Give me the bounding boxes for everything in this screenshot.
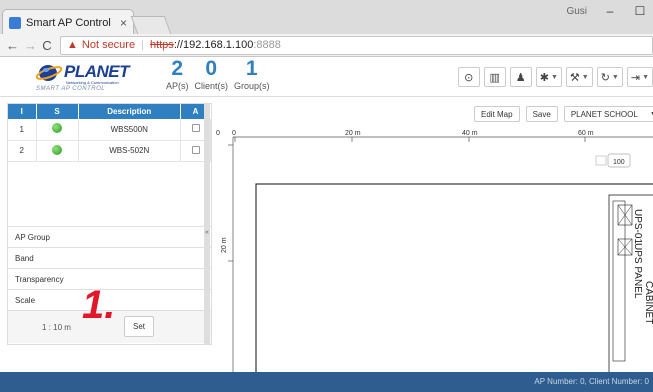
new-tab-button[interactable] <box>130 16 172 34</box>
logo-tagline: SMART AP CONTROL <box>36 86 106 92</box>
client-count: 0 <box>205 57 218 80</box>
group-counter: 1 Group(s) <box>234 58 270 92</box>
zoom-value: 100 <box>613 159 625 166</box>
map-select-value: PLANET SCHOOL <box>570 109 638 119</box>
maximize-icon[interactable]: ☐ <box>633 4 647 18</box>
floor-plan-outer-wall <box>255 183 653 372</box>
browser-tab[interactable]: Smart AP Control × <box>2 9 134 35</box>
accordion-ap-group[interactable]: AP Group <box>8 226 211 247</box>
window-controls: Gusi – ☐ <box>566 4 647 18</box>
refresh-icon: ↻ <box>600 71 610 84</box>
accordion-band[interactable]: Band <box>8 247 211 268</box>
minimize-icon[interactable]: – <box>603 4 617 18</box>
forward-icon[interactable]: → <box>24 38 37 53</box>
tab-close-icon[interactable]: × <box>120 16 127 30</box>
row-checkbox[interactable] <box>191 145 200 154</box>
settings-button[interactable]: ✱ ▼ <box>535 67 562 87</box>
main-content: I S Description A 1 WBS500N 2 WBS-502N A… <box>0 97 653 372</box>
logo-subtitle: Networking & Communication <box>66 80 119 85</box>
table-row[interactable]: 2 WBS-502N <box>8 140 211 162</box>
address-separator: | <box>141 39 144 51</box>
ap-counter: 2 AP(s) <box>166 58 189 92</box>
bar-chart-icon: ▥ <box>489 71 500 84</box>
group-count-label: Group(s) <box>234 81 270 91</box>
client-count-label: Client(s) <box>194 81 229 91</box>
ruler-x-label: 40 m <box>462 130 478 137</box>
app-favicon-icon <box>9 16 21 29</box>
ruler-x-label: 0 <box>232 130 236 137</box>
browser-toolbar: ← → C ▲ Not secure | https://192.168.1.1… <box>0 34 653 57</box>
client-counter: 0 Client(s) <box>195 58 229 92</box>
ap-count-label: AP(s) <box>166 81 189 91</box>
statistics-button[interactable]: ▥ <box>483 67 506 87</box>
online-status-icon <box>52 123 62 134</box>
floor-map-canvas[interactable]: 0 0 20 m 40 m 60 m 20 m 100 UPS-01 UPS P… <box>214 123 653 372</box>
col-status[interactable]: S <box>36 104 79 119</box>
dashboard-icon: ⊙ <box>464 71 474 84</box>
dashboard-button[interactable]: ⊙ <box>457 67 480 87</box>
app-header: PLANET Networking & Communication SMART … <box>0 57 653 97</box>
ups-label: UPS-01 <box>632 209 643 244</box>
user-group-icon: ♟ <box>515 71 526 84</box>
back-icon[interactable]: ← <box>6 38 19 53</box>
panel-label: UPS PANEL <box>632 243 643 299</box>
row-checkbox[interactable] <box>191 124 200 133</box>
tools-button[interactable]: ⚒ ▼ <box>565 67 593 87</box>
group-count: 1 <box>245 57 258 80</box>
step-indicator: 1. <box>82 283 116 327</box>
logout-button[interactable]: ⇥ ▼ <box>626 67 653 87</box>
row-description: WBS-502N <box>78 140 181 162</box>
logo-name: PLANET <box>64 62 130 81</box>
col-description[interactable]: Description <box>78 104 181 119</box>
wrench-icon: ⚒ <box>569 71 580 84</box>
planet-logo-icon <box>36 65 62 81</box>
table-row[interactable]: 1 WBS500N <box>8 119 211 141</box>
chevron-down-icon: ▼ <box>642 73 649 81</box>
tab-title: Smart AP Control <box>26 16 111 29</box>
ap-count: 2 <box>171 57 184 80</box>
ap-table: I S Description A 1 WBS500N 2 WBS-502N <box>8 104 211 162</box>
window-user[interactable]: Gusi <box>566 6 587 17</box>
map-toolbar: Edit Map Save PLANET SCHOOL ▼ <box>474 106 653 122</box>
edit-map-button[interactable]: Edit Map <box>474 106 520 122</box>
users-button[interactable]: ♟ <box>509 67 532 87</box>
ruler-y-label: 20 m <box>221 237 228 253</box>
planet-logo: PLANET Networking & Communication SMART … <box>36 60 146 94</box>
header-toolbar: ⊙ ▥ ♟ ✱ ▼ ⚒ ▼ ↻ ▼ ⇥ ▼ <box>457 67 653 87</box>
security-warning[interactable]: Not secure <box>82 39 135 51</box>
summary-counters: 2 AP(s) 0 Client(s) 1 Group(s) <box>166 58 270 92</box>
url-scheme: https <box>149 39 174 51</box>
col-index[interactable]: I <box>8 104 37 119</box>
chevron-down-icon: ▼ <box>581 73 589 81</box>
zoom-track[interactable] <box>595 155 607 166</box>
url-host: ://192.168.1.100 <box>173 39 254 51</box>
footer-status: AP Number: 0, Client Number: 0 <box>534 377 649 386</box>
collapse-left-icon[interactable]: « <box>204 229 210 236</box>
row-index: 2 <box>8 140 37 162</box>
browser-titlebar: Smart AP Control × Gusi – ☐ <box>0 0 653 35</box>
ruler-x-label: 0 <box>216 130 220 137</box>
refresh-button[interactable]: ↻ ▼ <box>596 67 623 87</box>
url-port: :8888 <box>253 39 281 51</box>
logout-icon: ⇥ <box>630 71 641 84</box>
chevron-down-icon: ▼ <box>611 73 619 81</box>
warning-icon: ▲ <box>67 39 78 51</box>
reload-icon[interactable]: C <box>42 38 52 53</box>
row-description: WBS500N <box>78 119 181 141</box>
save-button[interactable]: Save <box>525 106 558 122</box>
address-bar[interactable]: ▲ Not secure | https://192.168.1.100:888… <box>60 35 653 55</box>
map-select[interactable]: PLANET SCHOOL ▼ <box>563 106 653 122</box>
cabinet-label: CABINET <box>643 281 653 324</box>
panel-splitter[interactable] <box>204 103 210 345</box>
set-scale-button[interactable]: Set <box>124 316 154 337</box>
ap-table-header: I S Description A <box>8 104 211 119</box>
settings-icon: ✱ <box>539 71 549 84</box>
row-index: 1 <box>8 119 37 141</box>
chevron-down-icon: ▼ <box>550 73 558 81</box>
ruler-x-label: 60 m <box>578 130 594 137</box>
scale-value[interactable]: 1 : 10 m <box>42 323 71 332</box>
status-footer: AP Number: 0, Client Number: 0 <box>0 372 653 392</box>
ruler-x-label: 20 m <box>345 130 361 137</box>
online-status-icon <box>52 144 62 155</box>
